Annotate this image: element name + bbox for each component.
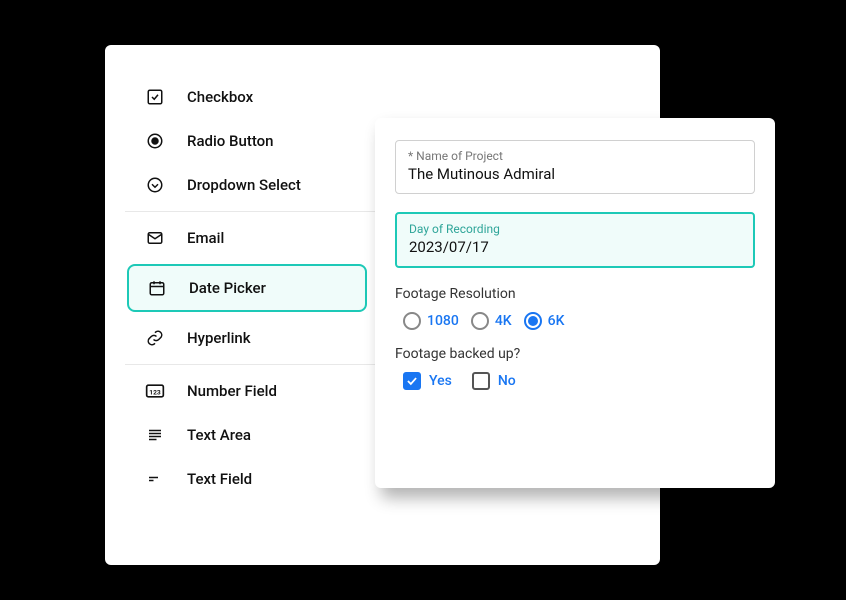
checkbox-icon [145,87,165,107]
field-type-label: Radio Button [187,132,274,150]
field-type-checkbox[interactable]: Checkbox [105,75,660,119]
field-type-label: Hyperlink [187,329,251,347]
recording-day-value: 2023/07/17 [409,238,741,256]
number-icon: 123 [145,381,165,401]
project-name-label: * Name of Project [408,149,742,163]
field-type-label: Text Field [187,470,252,488]
radio-icon [524,312,542,330]
backed-up-no[interactable]: No [472,372,516,390]
resolution-option-1080[interactable]: 1080 [403,312,459,330]
option-label: 6K [548,313,565,329]
field-type-label: Dropdown Select [187,176,301,194]
backed-up-yes[interactable]: Yes [403,372,452,390]
option-label: No [498,373,516,389]
checkbox-icon [403,372,421,390]
field-type-label: Date Picker [189,279,266,297]
project-name-value: The Mutinous Admiral [408,165,742,183]
resolution-option-6k[interactable]: 6K [524,312,565,330]
option-label: 4K [495,313,512,329]
email-icon [145,228,165,248]
resolution-options: 1080 4K 6K [395,312,755,330]
radio-icon [403,312,421,330]
link-icon [145,328,165,348]
option-label: Yes [429,373,452,389]
resolution-label: Footage Resolution [395,286,755,302]
field-type-label: Text Area [187,426,251,444]
textarea-icon [145,425,165,445]
svg-text:123: 123 [149,388,161,396]
project-name-field[interactable]: * Name of Project The Mutinous Admiral [395,140,755,194]
backed-up-options: Yes No [395,372,755,390]
dropdown-icon [145,175,165,195]
resolution-option-4k[interactable]: 4K [471,312,512,330]
field-type-label: Email [187,229,224,247]
form-preview-panel: * Name of Project The Mutinous Admiral D… [375,118,775,488]
radio-icon [145,131,165,151]
textfield-icon [145,469,165,489]
option-label: 1080 [427,313,459,329]
radio-icon [471,312,489,330]
field-type-date-picker[interactable]: Date Picker [127,264,367,312]
field-type-label: Number Field [187,382,277,400]
backed-up-label: Footage backed up? [395,346,755,362]
recording-day-field[interactable]: Day of Recording 2023/07/17 [395,212,755,268]
recording-day-label: Day of Recording [409,222,741,236]
checkbox-icon [472,372,490,390]
field-type-label: Checkbox [187,88,253,106]
calendar-icon [147,278,167,298]
